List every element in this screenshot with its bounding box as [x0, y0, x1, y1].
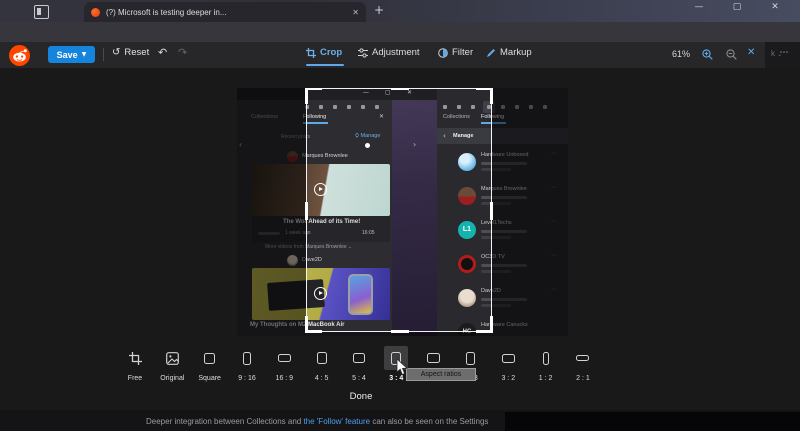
aspect-5-4[interactable]: 5 : 4 [341, 346, 377, 386]
tab-crop[interactable]: Crop [306, 47, 342, 58]
window-minimize-icon[interactable]: — [686, 2, 712, 12]
crop-selection[interactable] [306, 88, 492, 332]
window-maximize-icon[interactable]: ▢ [724, 2, 750, 12]
crop-handle-top[interactable] [391, 88, 409, 90]
tab-markup[interactable]: Markup [486, 47, 532, 58]
background-page-text: Deeper integration between Collections a… [146, 417, 488, 426]
filter-icon [438, 48, 448, 58]
crop-handle-right[interactable] [490, 202, 493, 220]
redo-icon[interactable]: ↶ [178, 46, 187, 59]
free-crop-icon [129, 352, 142, 365]
aspect-2-1[interactable]: 2 : 1 [565, 346, 601, 386]
aspect-1-2[interactable]: 1 : 2 [528, 346, 564, 386]
crop-handle-bottom[interactable] [391, 330, 409, 333]
edited-image: — ▢ ✕ Collections Following ✕ Recent pos… [237, 88, 568, 336]
editor-close-icon[interactable]: ✕ [747, 47, 755, 58]
undo-icon[interactable]: ↶ [158, 46, 167, 59]
aspect-tooltip: Aspect ratios [406, 368, 476, 381]
crop-dim-left [237, 88, 307, 336]
background-image-block [505, 412, 800, 431]
tab-crop-underline [306, 64, 344, 66]
aspect-original[interactable]: Original [154, 346, 190, 386]
editor-canvas: — ▢ ✕ Collections Following ✕ Recent pos… [0, 68, 800, 410]
crop-handle-left[interactable] [305, 202, 308, 220]
follow-feature-link[interactable]: the 'Follow' feature [303, 417, 370, 426]
original-image-icon [166, 352, 179, 365]
reddit-favicon-icon [91, 8, 100, 17]
crop-icon [306, 48, 316, 58]
screenshot-root: (?) Microsoft is testing deeper in... ✕ … [0, 0, 800, 431]
reset-icon: ↺ [112, 47, 120, 58]
zoom-out-icon[interactable] [726, 49, 737, 60]
tab-close-icon[interactable]: ✕ [352, 8, 359, 17]
aspect-square[interactable]: Square [192, 346, 228, 386]
markup-pen-icon [486, 48, 496, 58]
aspect-4-5[interactable]: 4 : 5 [304, 346, 340, 386]
tab-actions-icon[interactable] [34, 5, 49, 19]
aspect-ratio-bar: Free Original Square 9 : 16 16 : 9 4 : 5 [117, 346, 601, 386]
crop-handle-bottom-left[interactable] [305, 316, 322, 333]
reset-button[interactable]: ↺ Reset [112, 47, 149, 58]
crop-handle-bottom-right[interactable] [476, 316, 493, 333]
crop-handle-top-right[interactable] [476, 88, 493, 104]
aspect-9-16[interactable]: 9 : 16 [229, 346, 265, 386]
done-button[interactable]: Done [330, 391, 392, 407]
crop-handle-top-left[interactable] [305, 88, 322, 104]
adjustment-icon [358, 48, 368, 58]
browser-tab[interactable]: (?) Microsoft is testing deeper in... ✕ [84, 2, 366, 22]
aspect-16-9[interactable]: 16 : 9 [266, 346, 302, 386]
browser-navbar: ← → ↻ ⌂ https://www.reddit.com/r/Microso… [0, 22, 800, 42]
tab-adjustment[interactable]: Adjustment [358, 47, 420, 58]
aspect-free[interactable]: Free [117, 346, 153, 386]
browser-titlebar: (?) Microsoft is testing deeper in... ✕ … [0, 0, 800, 22]
crop-dim-right [492, 88, 568, 336]
tab-filter[interactable]: Filter [438, 47, 473, 58]
aspect-3-2[interactable]: 3 : 2 [490, 346, 526, 386]
new-tab-button[interactable]: + [374, 3, 384, 17]
chevron-down-icon: ▼ [82, 51, 87, 58]
zoom-in-icon[interactable] [702, 49, 713, 60]
mouse-cursor [396, 359, 408, 376]
zoom-level: 61% [672, 49, 690, 59]
reddit-logo-icon [9, 45, 30, 66]
background-page-fragment: k ⌄ [771, 49, 782, 58]
toolbar-divider [103, 48, 104, 61]
tab-title: (?) Microsoft is testing deeper in... [106, 8, 348, 17]
window-close-icon[interactable]: ✕ [762, 2, 788, 12]
save-button[interactable]: Save▼ [48, 46, 95, 63]
